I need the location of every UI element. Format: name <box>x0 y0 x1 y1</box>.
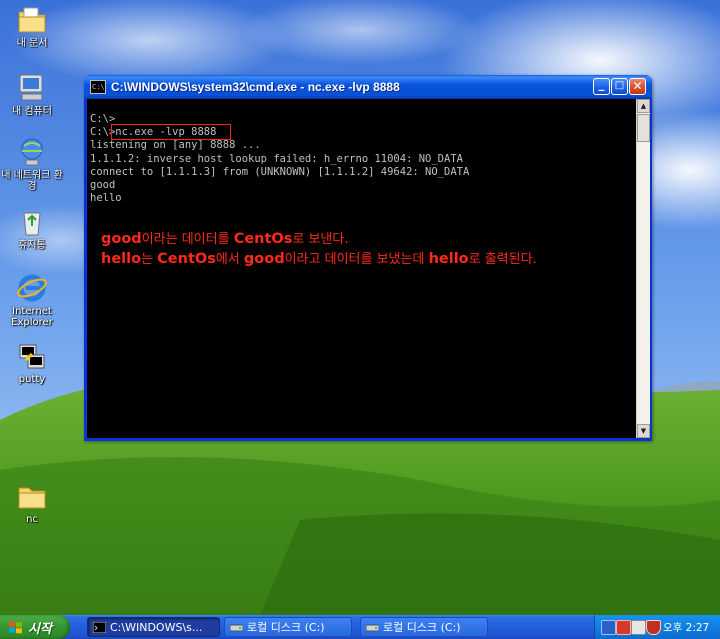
maximize-button[interactable]: □ <box>611 78 628 95</box>
annotation-note-1: good이라는 데이터를 CentOs로 보낸다. <box>101 228 348 247</box>
network-places-icon <box>21 138 43 166</box>
note-keyword: CentOs <box>157 251 216 267</box>
console-line: listening on [any] 8888 ... <box>90 139 261 152</box>
note-text: 로 보낸다. <box>292 232 349 247</box>
desktop-icon-network-places[interactable]: 내 네트워크 환경 <box>0 136 64 192</box>
note-keyword: CentOs <box>233 231 293 247</box>
start-label: 시작 <box>28 622 52 637</box>
drive-icon <box>366 624 379 632</box>
title-bar[interactable]: C:\ C:\WINDOWS\system32\cmd.exe - nc.exe… <box>84 75 652 99</box>
cmd-icon[interactable]: C:\ <box>90 80 106 94</box>
desktop-icon-label: Internet Explorer <box>11 306 53 328</box>
note-text: 는 <box>141 252 158 267</box>
folder-icon <box>18 487 46 509</box>
note-text: 에서 <box>215 252 244 267</box>
desktop-icon-internet-explorer[interactable]: Internet Explorer <box>0 272 64 328</box>
taskbar-item-local-disk-2[interactable]: 로컬 디스크 (C:) <box>360 617 488 637</box>
console-line: good <box>90 179 116 192</box>
scroll-down-arrow-icon[interactable]: ▼ <box>637 424 650 438</box>
desktop-icon-my-computer[interactable]: 내 컴퓨터 <box>0 72 64 117</box>
vertical-scrollbar[interactable]: ▲ ▼ <box>636 99 650 438</box>
taskbar: 시작 C:\WINDOWS\s... 로컬 디스크 (C:) 로컬 디스크 (C… <box>0 615 720 639</box>
cmd-icon <box>93 622 106 633</box>
putty-icon <box>19 344 45 369</box>
documents-folder-icon <box>18 7 46 33</box>
taskbar-item-label: 로컬 디스크 (C:) <box>247 621 325 634</box>
desktop-icon-putty[interactable]: putty <box>0 340 64 385</box>
note-keyword: good <box>101 231 142 247</box>
console-output[interactable]: C:\> C:\>nc.exe -lvp 8888 listening on [… <box>87 99 636 438</box>
internet-explorer-icon <box>17 274 47 302</box>
note-keyword: hello <box>101 251 142 267</box>
taskbar-item-cmd[interactable]: C:\WINDOWS\s... <box>87 617 220 637</box>
taskbar-item-local-disk-1[interactable]: 로컬 디스크 (C:) <box>224 617 352 637</box>
note-text: 로 출력된다. <box>468 252 537 267</box>
command-highlight-box <box>111 124 231 140</box>
security-icon[interactable] <box>616 620 631 635</box>
desktop: 내 문서 내 컴퓨터 내 네트워크 환경 휴지통 Internet Explor… <box>0 0 720 615</box>
desktop-icon-label: 휴지통 <box>18 240 46 251</box>
note-text: 이라고 데이터를 보냈는데 <box>284 252 429 267</box>
note-keyword: good <box>243 251 285 267</box>
recycle-bin-icon <box>23 212 41 236</box>
desktop-icon-recycle-bin[interactable]: 휴지통 <box>0 206 64 251</box>
note-text: 이라는 데이터를 <box>141 232 234 247</box>
speaker-icon[interactable] <box>631 620 646 635</box>
note-keyword: hello <box>428 251 469 267</box>
computer-icon <box>19 74 43 101</box>
shield-icon[interactable] <box>646 620 661 635</box>
minimize-button[interactable]: _ <box>593 78 610 95</box>
desktop-icon-label: nc <box>26 514 38 525</box>
desktop-icon-label: putty <box>18 374 46 385</box>
windows-flag-icon <box>9 621 22 634</box>
clock[interactable]: 오후 2:27 <box>663 620 709 635</box>
console-line: connect to [1.1.1.3] from (UNKNOWN) [1.1… <box>90 165 470 178</box>
console-line: 1.1.1.2: inverse host lookup failed: h_e… <box>90 152 463 165</box>
scroll-up-arrow-icon[interactable]: ▲ <box>637 99 650 113</box>
scroll-thumb[interactable] <box>637 114 650 142</box>
desktop-icon-label: 내 문서 <box>16 38 48 49</box>
taskbar-item-label: 로컬 디스크 (C:) <box>383 621 461 634</box>
taskbar-item-label: C:\WINDOWS\s... <box>110 621 203 634</box>
start-button[interactable]: 시작 <box>0 615 70 639</box>
annotation-note-2: hello는 CentOs에서 good이라고 데이터를 보냈는데 hello로… <box>101 248 537 267</box>
desktop-icon-my-documents[interactable]: 내 문서 <box>0 4 64 49</box>
window-title: C:\WINDOWS\system32\cmd.exe - nc.exe -lv… <box>111 80 400 94</box>
desktop-icon-label: 내 네트워크 환경 <box>1 170 63 192</box>
close-button[interactable]: ✕ <box>629 78 646 95</box>
system-tray: 오후 2:27 <box>594 615 720 639</box>
console-line: hello <box>90 192 122 205</box>
desktop-icon-nc-folder[interactable]: nc <box>0 480 64 525</box>
network-icon[interactable] <box>601 620 616 635</box>
desktop-icon-label: 내 컴퓨터 <box>12 106 52 117</box>
cmd-window[interactable]: C:\ C:\WINDOWS\system32\cmd.exe - nc.exe… <box>84 75 652 441</box>
drive-icon <box>230 624 243 632</box>
